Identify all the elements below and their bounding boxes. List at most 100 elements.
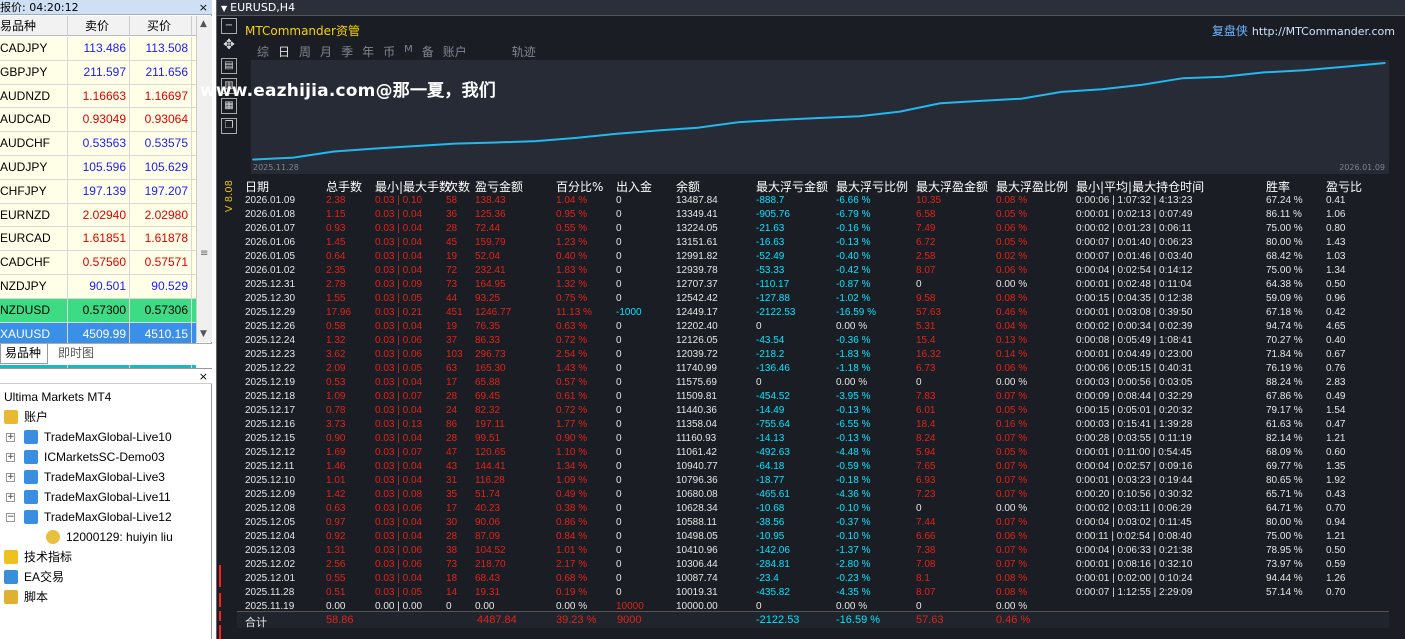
collapse-icon[interactable]: −: [6, 513, 15, 522]
table-row[interactable]: 2025.12.11 1.46 0.03 | 0.04 43 144.41 1.34 % 0…: [217, 460, 1405, 474]
navigator-account[interactable]: ICMarketsSC-Demo03: [44, 447, 165, 467]
table-header[interactable]: 最大浮亏比例: [836, 178, 908, 195]
market-watch-row[interactable]: AUDNZD 1.16663 1.16697: [0, 84, 196, 109]
period-tab[interactable]: 轨迹: [512, 43, 536, 60]
table-row[interactable]: 2025.11.28 0.51 0.03 | 0.05 14 19.31 0.19 % 0 1…: [217, 586, 1405, 600]
table-header[interactable]: 最大浮盈比例: [996, 178, 1068, 195]
move-icon[interactable]: ✥: [221, 38, 237, 54]
table-header[interactable]: 日期: [245, 178, 269, 195]
navigator-scripts[interactable]: 脚本: [24, 587, 48, 607]
table-header[interactable]: 盈亏比: [1326, 178, 1362, 195]
table-header[interactable]: 百分比%: [556, 178, 603, 195]
brand-url[interactable]: http://MTCommander.com: [1252, 25, 1395, 38]
brand[interactable]: 复盘侠 http://MTCommander.com: [1212, 22, 1395, 39]
table-row[interactable]: 2025.12.09 1.42 0.03 | 0.08 35 51.74 0.49 % 0 1…: [217, 488, 1405, 502]
table-row[interactable]: 2026.01.08 1.15 0.03 | 0.04 36 125.36 0.95 % 0…: [217, 208, 1405, 222]
table-header[interactable]: 余额: [676, 178, 700, 195]
market-watch-row[interactable]: AUDCAD 0.93049 0.93064: [0, 108, 196, 133]
expand-icon[interactable]: +: [6, 493, 15, 502]
table-row[interactable]: 2025.12.08 0.63 0.03 | 0.06 17 40.23 0.38 % 0 1…: [217, 502, 1405, 516]
market-watch-row[interactable]: AUDCHF 0.53563 0.53575: [0, 132, 196, 156]
navigator-account[interactable]: TradeMaxGlobal-Live3: [44, 467, 165, 487]
table-header[interactable]: 盈亏金额: [475, 178, 523, 195]
table-row[interactable]: 2025.12.03 1.31 0.03 | 0.06 38 104.52 1.01 % 0…: [217, 544, 1405, 558]
close-icon[interactable]: ×: [199, 0, 208, 14]
market-watch-row[interactable]: EURCAD 1.61851 1.61878: [0, 227, 196, 252]
market-watch-row[interactable]: CADCHF 0.57560 0.57571: [0, 251, 196, 275]
table-row[interactable]: 2026.01.07 0.93 0.03 | 0.04 28 72.44 0.55 % 0 1…: [217, 222, 1405, 236]
navigator-sub-account[interactable]: 12000129: huiyin liu: [66, 527, 173, 547]
table-header[interactable]: 出入金: [616, 178, 652, 195]
navigator-indicators[interactable]: 技术指标: [24, 547, 72, 567]
period-tab[interactable]: 年: [362, 43, 374, 60]
col-ask[interactable]: 买价: [130, 16, 192, 36]
market-watch-row[interactable]: CHFJPY 197.139 197.207: [0, 179, 196, 204]
navigator-account[interactable]: TradeMaxGlobal-Live11: [44, 487, 171, 507]
tab-symbols[interactable]: 易品种: [0, 344, 48, 364]
market-watch-row[interactable]: NZDJPY 90.501 90.529: [0, 274, 196, 299]
navigator-experts[interactable]: EA交易: [24, 567, 64, 587]
table-row[interactable]: 2025.12.04 0.92 0.03 | 0.04 28 87.09 0.84 % 0 1…: [217, 530, 1405, 544]
period-tab[interactable]: 备: [422, 43, 434, 60]
panel-icon[interactable]: ▤: [221, 58, 237, 74]
table-row[interactable]: 2025.12.24 1.32 0.03 | 0.06 37 86.33 0.72 % 0 1…: [217, 334, 1405, 348]
period-tab[interactable]: 账户: [443, 43, 467, 60]
market-watch-row[interactable]: CADJPY 113.486 113.508: [0, 37, 196, 61]
table-row[interactable]: 2025.12.02 2.56 0.03 | 0.06 73 218.70 2.17 % 0…: [217, 558, 1405, 572]
table-row[interactable]: 2025.12.15 0.90 0.03 | 0.04 28 99.51 0.90 % 0 1…: [217, 432, 1405, 446]
table-header[interactable]: 总手数: [326, 178, 362, 195]
scroll-down-icon[interactable]: ▼: [200, 329, 207, 339]
table-row[interactable]: 2026.01.05 0.64 0.03 | 0.04 19 52.04 0.40 % 0 1…: [217, 250, 1405, 264]
table-row[interactable]: 2025.12.23 3.62 0.03 | 0.06 103 296.73 2.54 %…: [217, 348, 1405, 362]
table-row[interactable]: 2025.12.16 3.73 0.03 | 0.13 86 197.11 1.77 % 0…: [217, 418, 1405, 432]
period-tab[interactable]: 周: [299, 43, 311, 60]
table-row[interactable]: 2025.12.22 2.09 0.03 | 0.05 63 165.30 1.43 % 0…: [217, 362, 1405, 376]
table-row[interactable]: 2025.12.31 2.78 0.03 | 0.09 73 164.95 1.32 % 0…: [217, 278, 1405, 292]
table-row[interactable]: 2025.12.05 0.97 0.03 | 0.04 30 90.06 0.86 % 0 1…: [217, 516, 1405, 530]
table-row[interactable]: 2026.01.09 2.38 0.03 | 0.10 58 138.43 1.04 % 0…: [217, 194, 1405, 208]
scroll-grip-icon[interactable]: ≡: [200, 248, 208, 259]
table-row[interactable]: 2025.12.12 1.69 0.03 | 0.07 47 120.65 1.10 % 0…: [217, 446, 1405, 460]
expand-icon[interactable]: +: [6, 433, 15, 442]
market-watch-row[interactable]: AUDJPY 105.596 105.629: [0, 155, 196, 180]
period-tab[interactable]: 综: [257, 43, 269, 60]
table-header[interactable]: 胜率: [1266, 178, 1290, 195]
table-row[interactable]: 2025.12.19 0.53 0.03 | 0.04 17 65.88 0.57 % 0 1…: [217, 376, 1405, 390]
period-tab[interactable]: 日: [278, 43, 290, 60]
chart-title-bar[interactable]: ▼ EURUSD,H4: [217, 0, 1405, 16]
table-row[interactable]: 2025.12.17 0.78 0.03 | 0.04 24 82.32 0.72 % 0 1…: [217, 404, 1405, 418]
minimize-icon[interactable]: −: [221, 18, 237, 34]
expand-icon[interactable]: +: [6, 453, 15, 462]
table-row[interactable]: 2025.12.26 0.58 0.03 | 0.04 19 76.35 0.63 % 0 1…: [217, 320, 1405, 334]
col-symbol[interactable]: 易品种: [0, 16, 68, 36]
table-header[interactable]: 最大浮盈金额: [916, 178, 988, 195]
col-bid[interactable]: 卖价: [68, 16, 130, 36]
table-header[interactable]: 最大浮亏金额: [756, 178, 828, 195]
scroll-up-icon[interactable]: ▲: [200, 19, 207, 29]
period-tab[interactable]: 币: [383, 43, 395, 60]
navigator-account[interactable]: TradeMaxGlobal-Live12: [44, 507, 172, 527]
table-row[interactable]: 2025.12.10 1.01 0.03 | 0.04 31 116.28 1.09 % 0…: [217, 474, 1405, 488]
close-icon[interactable]: ×: [199, 369, 208, 384]
table-row[interactable]: 2026.01.02 2.35 0.03 | 0.04 72 232.41 1.83 % 0…: [217, 264, 1405, 278]
market-watch-row[interactable]: EURNZD 2.02940 2.02980: [0, 203, 196, 228]
navigator-account[interactable]: TradeMaxGlobal-Live10: [44, 427, 172, 447]
period-tab[interactable]: M: [404, 44, 413, 60]
market-watch-scrollbar[interactable]: ▲ ≡ ▼: [196, 16, 212, 342]
table-row[interactable]: 2025.12.01 0.55 0.03 | 0.04 18 68.43 0.68 % 0 1…: [217, 572, 1405, 586]
table-row[interactable]: 2025.12.30 1.55 0.03 | 0.05 44 93.25 0.75 % 0 1…: [217, 292, 1405, 306]
period-tab[interactable]: 季: [341, 43, 353, 60]
market-watch-row[interactable]: NZDUSD 0.57300 0.57306: [0, 298, 196, 323]
table-row[interactable]: 2025.12.18 1.09 0.03 | 0.07 28 69.45 0.61 % 0 1…: [217, 390, 1405, 404]
period-tab[interactable]: 月: [320, 43, 332, 60]
navigator-root[interactable]: Ultima Markets MT4: [4, 387, 111, 407]
market-watch-row[interactable]: GBPJPY 211.597 211.656: [0, 60, 196, 85]
window-icon[interactable]: ❐: [221, 118, 237, 134]
expand-icon[interactable]: +: [6, 473, 15, 482]
table-header[interactable]: 最小|平均|最大持仓时间: [1076, 178, 1204, 195]
navigator-accounts[interactable]: 账户: [24, 407, 48, 427]
tab-tick-chart[interactable]: 即时图: [54, 344, 98, 364]
table-header[interactable]: 最小|最大手数: [375, 178, 451, 195]
table-row[interactable]: 2026.01.06 1.45 0.03 | 0.04 45 159.79 1.23 % 0…: [217, 236, 1405, 250]
table-row[interactable]: 2025.12.29 17.96 0.03 | 0.21 451 1246.77 11.1…: [217, 306, 1405, 320]
